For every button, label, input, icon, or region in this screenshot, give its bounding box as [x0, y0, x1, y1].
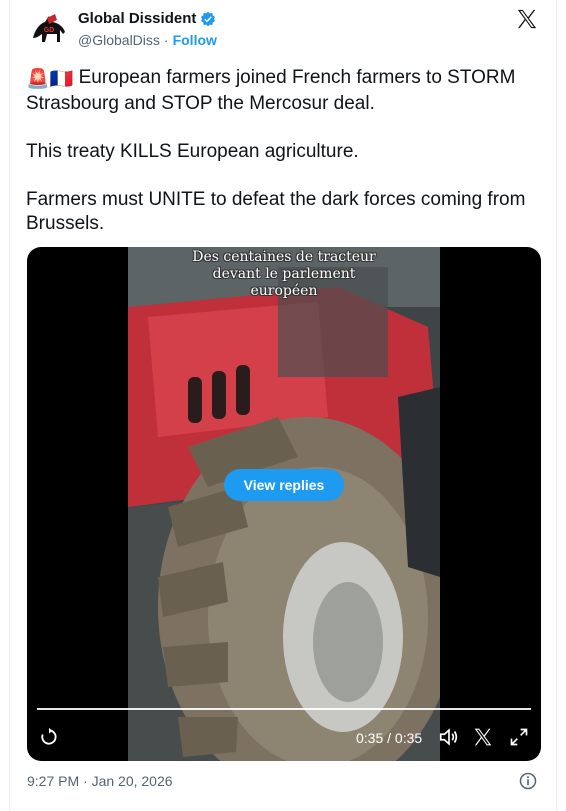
horse-logo-icon: GD — [27, 8, 71, 52]
handle-separator: · — [163, 32, 169, 48]
video-controls: 0:35 / 0:35 — [27, 723, 541, 755]
caption-line-1: Des centaines de tracteur — [192, 249, 376, 265]
author-handle[interactable]: @GlobalDiss — [78, 32, 160, 48]
tweet-paragraph-1-text: European farmers joined French farmers t… — [26, 67, 516, 114]
tweet-text: 🚨🇫🇷 European farmers joined French farme… — [26, 66, 546, 260]
x-logo-icon[interactable] — [473, 727, 493, 747]
tweet-timestamp[interactable]: 9:27 PM · Jan 20, 2026 — [27, 773, 173, 789]
video-frame: Des centaines de tracteur devant le parl… — [128, 247, 440, 761]
svg-text:GD: GD — [44, 27, 55, 34]
siren-flag-emoji: 🚨🇫🇷 — [26, 69, 74, 90]
x-logo-icon[interactable] — [516, 8, 538, 30]
tweet-paragraph-2: This treaty KILLS European agriculture. — [26, 141, 359, 162]
tweet-paragraph-3: Farmers must UNITE to defeat the dark fo… — [26, 189, 526, 234]
video-caption: Des centaines de tracteur devant le parl… — [128, 249, 440, 300]
fullscreen-icon[interactable] — [509, 727, 529, 747]
follow-button[interactable]: Follow — [173, 32, 217, 48]
video-progress-bar[interactable] — [37, 708, 531, 710]
video-time: 0:35 / 0:35 — [356, 730, 423, 746]
author-handle-row: @GlobalDiss · Follow — [78, 32, 217, 48]
volume-icon[interactable] — [438, 726, 460, 748]
tweet-paragraph-1: 🚨🇫🇷 European farmers joined French farme… — [26, 66, 546, 116]
replay-icon[interactable] — [39, 727, 59, 747]
view-replies-button[interactable]: View replies — [224, 469, 344, 501]
tractor-scene-image — [128, 247, 440, 761]
avatar[interactable]: GD — [27, 8, 71, 52]
author-name-row: Global Dissident — [78, 10, 216, 27]
video-player[interactable]: Des centaines de tracteur devant le parl… — [27, 247, 541, 761]
caption-line-3: européen — [250, 283, 318, 299]
info-icon[interactable] — [518, 771, 538, 791]
tweet-card: GD Global Dissident @GlobalDiss · Follow… — [9, 0, 557, 811]
author-display-name[interactable]: Global Dissident — [78, 10, 196, 27]
verified-badge-icon — [201, 11, 216, 26]
caption-line-2: devant le parlement — [212, 266, 356, 282]
